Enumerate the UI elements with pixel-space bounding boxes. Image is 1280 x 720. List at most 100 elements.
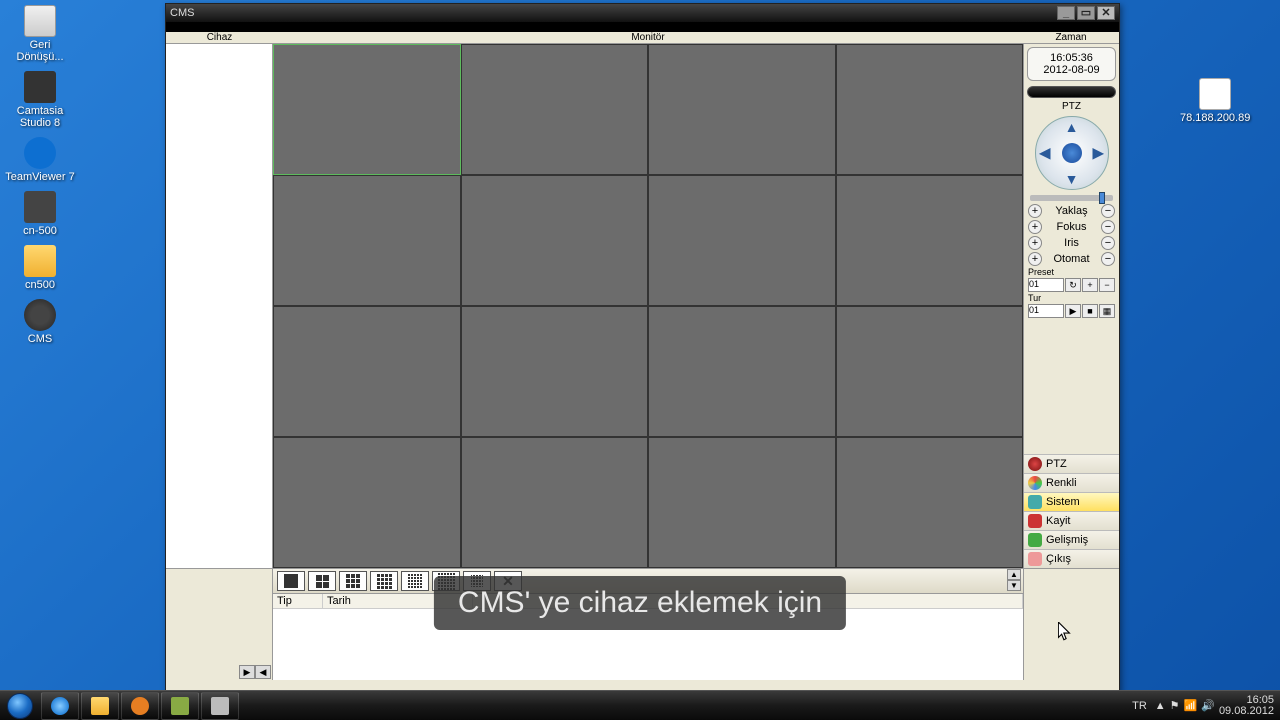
device-tree-panel[interactable] — [166, 44, 273, 568]
slider-thumb[interactable] — [1099, 192, 1105, 204]
system-tray[interactable]: TR ▲ ⚑ 📶 🔊 16:05 09.08.2012 — [1128, 695, 1280, 717]
tray-network-icon[interactable]: 📶 — [1184, 699, 1198, 712]
ptz-plus-button[interactable]: + — [1028, 204, 1042, 218]
video-cell[interactable] — [648, 306, 836, 437]
tour-play-button[interactable]: ▶ — [1065, 304, 1081, 318]
taskbar: TR ▲ ⚑ 📶 🔊 16:05 09.08.2012 — [0, 690, 1280, 720]
ptz-center-icon[interactable] — [1062, 143, 1082, 163]
ptz-minus-button[interactable]: − — [1101, 220, 1115, 234]
tray-clock[interactable]: 16:05 09.08.2012 — [1219, 695, 1274, 717]
layout-4-button[interactable] — [308, 571, 336, 591]
video-cell[interactable] — [461, 306, 649, 437]
task-explorer[interactable] — [81, 692, 119, 720]
desktop-icon-camtasia[interactable]: Camtasia Studio 8 — [5, 71, 75, 129]
desktop-icon-remote-file[interactable]: 78.188.200.89 — [1180, 78, 1250, 124]
subtitle-caption: CMS' ye cihaz eklemek için — [434, 576, 846, 630]
accordion-item-renkli[interactable]: Renkli — [1024, 473, 1119, 492]
header-monitor: Monitör — [273, 32, 1023, 43]
desktop-icon-cn500-folder[interactable]: cn500 — [5, 245, 75, 291]
tray-up-icon[interactable]: ▲ — [1155, 700, 1166, 712]
preset-add-button[interactable]: + — [1082, 278, 1098, 292]
log-col-type: Tip — [273, 594, 323, 608]
accordion-item-çıkış[interactable]: Çıkış — [1024, 549, 1119, 568]
tray-flag-icon[interactable]: ⚑ — [1170, 699, 1180, 712]
nav-next-button[interactable]: ◀ — [255, 665, 271, 679]
ptz-control-label: Iris — [1064, 237, 1079, 249]
side-accordion: PTZ RenkliSistemKayit Gelişmiş Çıkış — [1024, 454, 1119, 568]
ptz-minus-button[interactable]: − — [1101, 204, 1115, 218]
tray-volume-icon[interactable]: 🔊 — [1201, 699, 1215, 712]
bottom-right — [1023, 568, 1119, 680]
video-cell[interactable] — [461, 437, 649, 568]
app-icon — [171, 697, 189, 715]
close-button[interactable]: ✕ — [1097, 6, 1115, 20]
video-cell[interactable] — [461, 175, 649, 306]
start-button[interactable] — [0, 691, 40, 720]
tour-grid-button[interactable]: ▦ — [1099, 304, 1115, 318]
accordion-item-kayit[interactable]: Kayit — [1024, 511, 1119, 530]
layout-25-button[interactable] — [401, 571, 429, 591]
tour-select[interactable]: 01 — [1028, 304, 1064, 318]
accordion-item-ptz[interactable]: PTZ — [1024, 454, 1119, 473]
accordion-item-sistem[interactable]: Sistem — [1024, 492, 1119, 511]
task-app1[interactable] — [161, 692, 199, 720]
video-cell[interactable] — [273, 44, 461, 175]
task-app2[interactable] — [201, 692, 239, 720]
ptz-speed-slider[interactable] — [1030, 195, 1113, 201]
layout-16-button[interactable] — [370, 571, 398, 591]
preset-go-button[interactable]: ↻ — [1065, 278, 1081, 292]
minimize-button[interactable]: _ — [1057, 6, 1075, 20]
recycle-icon — [24, 5, 56, 37]
tour-stop-button[interactable]: ■ — [1082, 304, 1098, 318]
video-cell[interactable] — [273, 175, 461, 306]
ptz-right-icon[interactable]: ▶ — [1093, 145, 1104, 162]
ptz-plus-button[interactable]: + — [1028, 252, 1042, 266]
video-cell[interactable] — [836, 44, 1024, 175]
accordion-item-gelişmiş[interactable]: Gelişmiş — [1024, 530, 1119, 549]
ptz-joystick[interactable]: ▲ ▼ ◀ ▶ — [1035, 116, 1109, 190]
video-cell[interactable] — [648, 437, 836, 568]
clock-time: 16:05:36 — [1032, 52, 1111, 64]
scroll-up-button[interactable]: ▲ — [1007, 569, 1021, 580]
nav-prev-button[interactable]: ▶ — [239, 665, 255, 679]
video-cell[interactable] — [648, 175, 836, 306]
maximize-button[interactable]: ▭ — [1077, 6, 1095, 20]
i-gelismis-icon — [1028, 533, 1042, 547]
layout-9-button[interactable] — [339, 571, 367, 591]
accordion-label: Gelişmiş — [1046, 534, 1088, 546]
desktop-icon-recycle[interactable]: Geri Dönüşü... — [5, 5, 75, 63]
video-cell[interactable] — [273, 306, 461, 437]
ptz-up-icon[interactable]: ▲ — [1065, 119, 1079, 135]
video-cell[interactable] — [836, 437, 1024, 568]
ptz-plus-button[interactable]: + — [1028, 236, 1042, 250]
video-area — [273, 44, 1023, 568]
layout-1-button[interactable] — [277, 571, 305, 591]
ptz-plus-button[interactable]: + — [1028, 220, 1042, 234]
ptz-control-label: Yaklaş — [1055, 205, 1087, 217]
ptz-minus-button[interactable]: − — [1101, 236, 1115, 250]
preset-del-button[interactable]: − — [1099, 278, 1115, 292]
label: cn-500 — [23, 225, 57, 237]
video-cell[interactable] — [461, 44, 649, 175]
ptz-left-icon[interactable]: ◀ — [1040, 145, 1051, 162]
desktop-icon-cn500[interactable]: cn-500 — [5, 191, 75, 237]
video-cell[interactable] — [836, 175, 1024, 306]
titlebar[interactable]: CMS _ ▭ ✕ — [166, 4, 1119, 22]
cms-icon — [24, 299, 56, 331]
desktop-icon-teamviewer[interactable]: TeamViewer 7 — [5, 137, 75, 183]
label: CMS — [28, 333, 52, 345]
ptz-minus-button[interactable]: − — [1101, 252, 1115, 266]
lang-indicator[interactable]: TR — [1128, 700, 1151, 712]
scroll-down-button[interactable]: ▼ — [1007, 580, 1021, 591]
desktop-icon-cms[interactable]: CMS — [5, 299, 75, 345]
ptz-down-icon[interactable]: ▼ — [1065, 171, 1079, 187]
video-cell[interactable] — [273, 437, 461, 568]
preset-select[interactable]: 01 — [1028, 278, 1064, 292]
accordion-label: PTZ — [1046, 458, 1067, 470]
task-ie[interactable] — [41, 692, 79, 720]
task-media[interactable] — [121, 692, 159, 720]
video-cell[interactable] — [648, 44, 836, 175]
app-icon — [211, 697, 229, 715]
video-cell[interactable] — [836, 306, 1024, 437]
i-sistem-icon — [1028, 495, 1042, 509]
